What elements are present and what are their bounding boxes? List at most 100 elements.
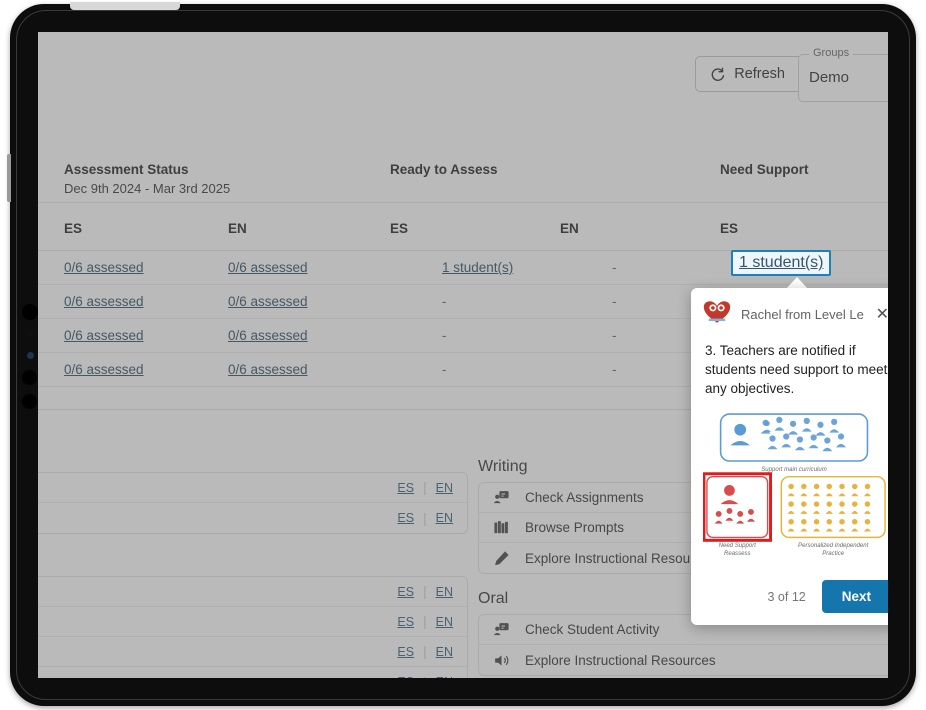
oral-item[interactable]: Explore Instructional Resources [479, 645, 888, 675]
oral-item-label: Explore Instructional Resources [525, 652, 716, 668]
next-button[interactable]: Next [821, 580, 888, 614]
device-sensor-icon [28, 332, 33, 337]
subheader-en-ready: EN [560, 202, 720, 251]
language-links: ES | EN [397, 511, 453, 526]
tour-step-counter: 3 of 12 [767, 589, 806, 604]
empty-value: - [612, 260, 617, 275]
table-subheader-row: ES EN ES EN ES [38, 202, 888, 251]
subheader-es-support: ES [720, 202, 888, 251]
table-row-spacer [38, 352, 64, 387]
cell-link[interactable]: 1 student(s) [442, 260, 513, 275]
table-cell-link: 0/6 assessed [228, 352, 390, 387]
empty-value: - [442, 328, 447, 343]
tooltip-illustration: Support main curriculum Need Support Rea… [691, 402, 888, 570]
language-link-en[interactable]: EN [436, 645, 453, 659]
table-cell-link: 0/6 assessed [64, 352, 228, 387]
table-cell-link: 0/6 assessed [228, 284, 390, 319]
table-cell-link: 0/6 assessed [64, 250, 228, 285]
illustration-caption-right-1: Personalized Independent [798, 544, 869, 550]
left-panel-top-row: esourcesES|EN [38, 503, 467, 533]
language-link-es[interactable]: ES [397, 615, 414, 629]
tablet-screen: Refresh Groups Demo Assessment Status De… [38, 32, 888, 678]
illustration-caption-top: Support main curriculum [761, 467, 827, 473]
groups-select[interactable]: Groups Demo [798, 47, 888, 102]
table-cell-link: 0/6 assessed [228, 318, 390, 353]
device-speaker-icon-2 [22, 394, 37, 409]
cell-link[interactable]: 0/6 assessed [228, 294, 308, 309]
language-link-es[interactable]: ES [397, 511, 414, 525]
cell-link[interactable]: 0/6 assessed [64, 294, 144, 309]
cell-link[interactable]: 0/6 assessed [228, 260, 308, 275]
left-panel-bottom-row: sES|EN [38, 577, 467, 607]
table-cell-link: 1 student(s) [390, 250, 560, 285]
table-cell-empty: - [390, 284, 560, 319]
product-tour-tooltip: Rachel from Level Lear... ✕ 3. Teachers … [691, 288, 888, 626]
illustration-caption-left-2: Reassess [724, 551, 751, 557]
language-separator: | [423, 675, 427, 679]
device-side-button [7, 154, 11, 202]
left-panel-bottom-row: ES | EN [38, 667, 467, 679]
oral-item-label: Check Student Activity [525, 622, 660, 637]
cell-link[interactable]: 0/6 assessed [64, 362, 144, 377]
language-links: ES | EN [397, 675, 453, 679]
need-support-es-count[interactable]: 1 student(s) [731, 250, 832, 276]
cell-link[interactable]: 0/6 assessed [228, 328, 308, 343]
language-separator: | [423, 510, 427, 526]
panel-title-writing: Writing [478, 458, 528, 475]
tooltip-footer: 3 of 12 Next [691, 570, 888, 625]
language-link-es[interactable]: ES [397, 645, 414, 659]
empty-value: - [612, 362, 617, 377]
need-support-es-count-link[interactable]: 1 student(s) [739, 254, 823, 271]
language-separator: | [423, 480, 427, 495]
left-panel-bottom: sES|ENES|ENenceES|ENES|EN [38, 576, 468, 678]
language-link-en[interactable]: EN [436, 481, 453, 495]
group-header-need-support: Need Support [720, 140, 888, 203]
group-title: Ready to Assess [390, 162, 498, 177]
level-learning-logo [703, 300, 731, 329]
left-panel-top: sES|ENesourcesES|EN [38, 472, 468, 534]
device-speaker-icon [22, 370, 37, 385]
language-links: ES | EN [397, 644, 453, 659]
writing-item-label: Check Assignments [525, 490, 644, 505]
tour-highlight-target[interactable]: 1 student(s) [731, 250, 832, 276]
table-cell-empty: - [390, 318, 560, 353]
table-row-spacer [38, 250, 64, 285]
language-link-en[interactable]: EN [436, 615, 453, 629]
cell-link[interactable]: 0/6 assessed [64, 260, 144, 275]
groups-select-label: Groups [809, 47, 854, 59]
device-top-notch [70, 2, 180, 10]
groups-select-value: Demo [809, 69, 850, 86]
tablet-device-frame: Refresh Groups Demo Assessment Status De… [7, 2, 916, 706]
language-separator: | [423, 644, 427, 659]
illustration-caption-right-2: Practice [822, 551, 844, 557]
language-link-es[interactable]: ES [397, 481, 414, 495]
close-icon[interactable]: ✕ [874, 306, 888, 323]
table-cell-link: 0/6 assessed [228, 250, 390, 285]
language-separator: | [423, 614, 427, 629]
subheader-en-assessment: EN [228, 202, 390, 251]
language-links: ES | EN [397, 480, 453, 495]
cell-link[interactable]: 0/6 assessed [228, 362, 308, 377]
table-cell-link: 0/6 assessed [64, 284, 228, 319]
support-tiers-illustration: Support main curriculum Need Support Rea… [702, 413, 886, 557]
group-header-ready-to-assess: Ready to Assess [390, 140, 720, 203]
language-links: ES | EN [397, 614, 453, 629]
left-panel-bottom-row: ES | EN [38, 607, 467, 637]
refresh-button[interactable]: Refresh [695, 56, 804, 92]
books-icon [493, 519, 517, 536]
refresh-label: Refresh [734, 66, 785, 82]
pencil-icon [493, 550, 517, 567]
writing-item-label: Explore Instructional Resources [525, 550, 716, 566]
language-link-en[interactable]: EN [436, 585, 453, 599]
language-link-es[interactable]: ES [397, 675, 414, 678]
device-indicator-icon [27, 352, 34, 359]
language-link-es[interactable]: ES [397, 585, 414, 599]
group-header-assessment-status: Assessment Status Dec 9th 2024 - Mar 3rd… [64, 140, 390, 203]
table-row-spacer [38, 284, 64, 319]
cell-link[interactable]: 0/6 assessed [64, 328, 144, 343]
illustration-caption-left-1: Need Support [719, 544, 757, 550]
language-link-en[interactable]: EN [436, 511, 453, 525]
refresh-icon [710, 67, 725, 82]
table-cell-empty: - [560, 250, 720, 285]
language-link-en[interactable]: EN [436, 675, 453, 678]
